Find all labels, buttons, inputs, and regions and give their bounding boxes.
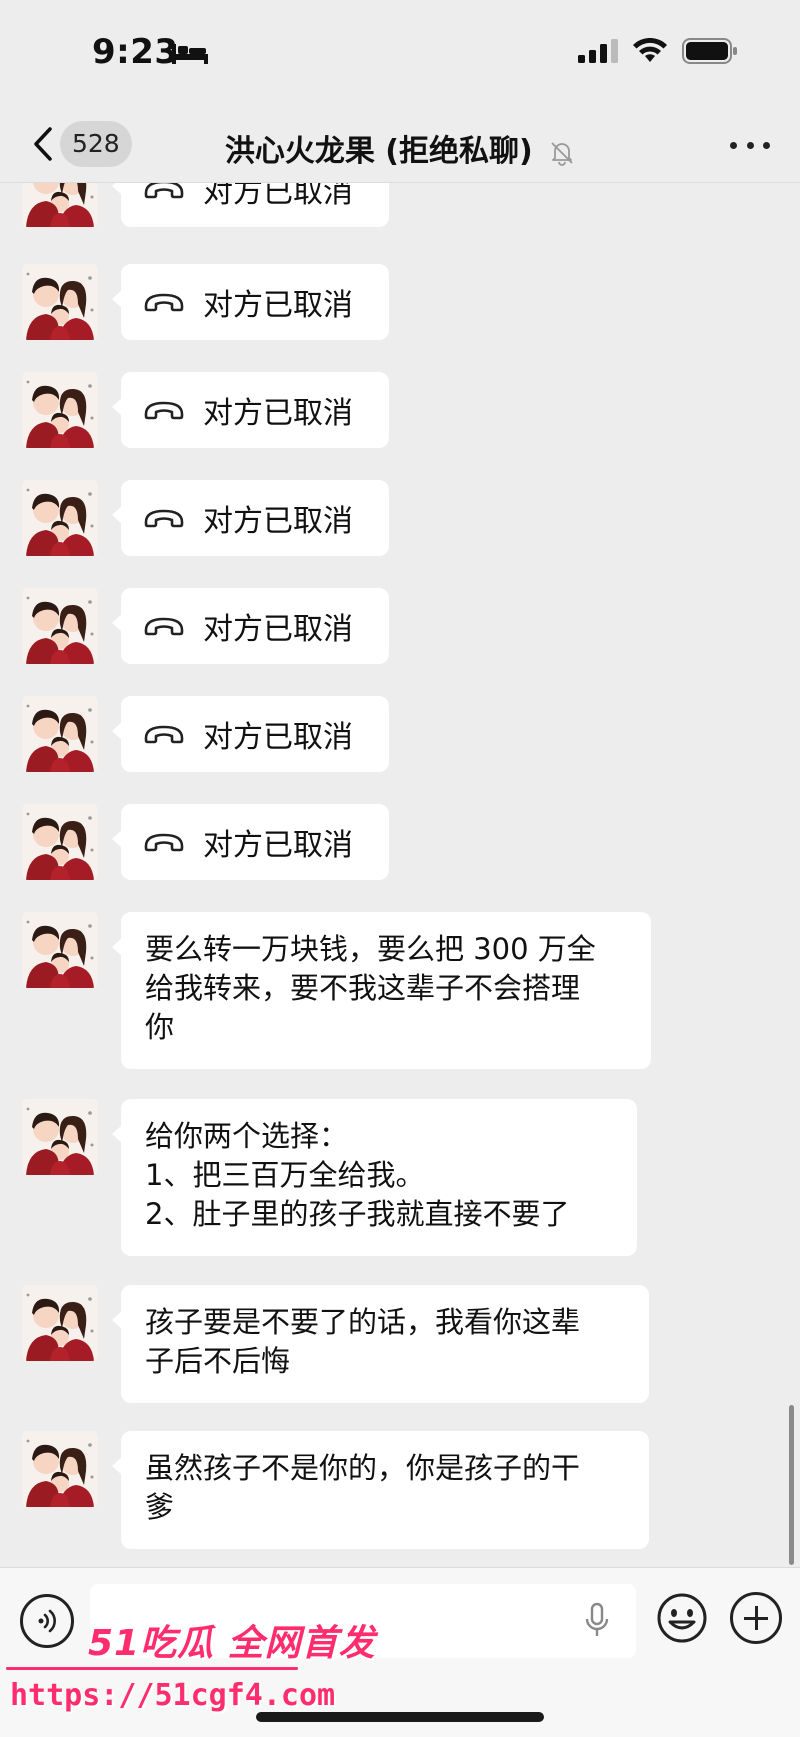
- text-message-bubble[interactable]: 给你两个选择： 1、把三百万全给我。 2、肚子里的孩子我就直接不要了: [112, 1099, 637, 1256]
- call-status-text: 对方已取消: [203, 396, 353, 431]
- chat-title-text: 洪心火龙果 (拒绝私聊): [224, 134, 533, 169]
- microphone-icon[interactable]: [584, 1602, 610, 1640]
- avatar[interactable]: [22, 804, 98, 880]
- voice-wave-icon: [38, 1609, 56, 1633]
- message-list[interactable]: 对方已取消 对方已取消 对方已取消 对方已取消 对方已取消 对方已取消 对方已取消 要么转一万…: [0, 183, 800, 1567]
- watermark-underline: [6, 1667, 298, 1670]
- chat-header: 528 洪心火龙果 (拒绝私聊): [0, 108, 800, 183]
- emoji-icon[interactable]: [656, 1592, 708, 1644]
- mute-bell-icon: [551, 141, 573, 166]
- call-cancelled-bubble[interactable]: 对方已取消: [112, 696, 389, 772]
- avatar[interactable]: [22, 480, 98, 556]
- phone-hangup-icon: [143, 399, 185, 421]
- phone-hangup-icon: [143, 183, 185, 200]
- text-message-bubble[interactable]: 孩子要是不要了的话，我看你这辈 子后不后悔: [112, 1285, 649, 1403]
- call-status-text: 对方已取消: [203, 504, 353, 539]
- add-more-button[interactable]: [730, 1592, 782, 1644]
- status-bar: 9:23: [0, 0, 800, 108]
- call-cancelled-bubble[interactable]: 对方已取消: [112, 588, 389, 664]
- phone-hangup-icon: [143, 507, 185, 529]
- sleep-focus-icon: [172, 44, 208, 64]
- more-dot-icon: [746, 141, 754, 149]
- avatar[interactable]: [22, 372, 98, 448]
- call-cancelled-bubble[interactable]: 对方已取消: [112, 372, 389, 448]
- cellular-signal-icon: [578, 39, 618, 63]
- avatar[interactable]: [22, 1285, 98, 1361]
- call-cancelled-bubble[interactable]: 对方已取消: [112, 264, 389, 340]
- call-status-text: 对方已取消: [203, 183, 353, 210]
- phone-hangup-icon: [143, 831, 185, 853]
- avatar[interactable]: [22, 1431, 98, 1507]
- more-dot-icon: [763, 141, 770, 149]
- phone-hangup-icon: [143, 291, 185, 313]
- chat-title[interactable]: 洪心火龙果 (拒绝私聊): [0, 126, 800, 170]
- call-status-text: 对方已取消: [203, 288, 353, 323]
- voice-input-button[interactable]: [20, 1594, 74, 1648]
- call-status-text: 对方已取消: [203, 828, 353, 863]
- call-cancelled-bubble[interactable]: 对方已取消: [112, 804, 389, 880]
- text-message-bubble[interactable]: 虽然孩子不是你的，你是孩子的干 爹: [112, 1431, 649, 1549]
- avatar[interactable]: [22, 588, 98, 664]
- phone-hangup-icon: [143, 723, 185, 745]
- more-dot-icon: [730, 141, 737, 149]
- call-status-text: 对方已取消: [203, 612, 353, 647]
- avatar[interactable]: [22, 264, 98, 340]
- scrollbar[interactable]: [789, 1405, 794, 1565]
- avatar[interactable]: [22, 183, 98, 227]
- avatar[interactable]: [22, 1099, 98, 1175]
- home-indicator[interactable]: [256, 1712, 544, 1722]
- avatar[interactable]: [22, 696, 98, 772]
- text-message-bubble[interactable]: 要么转一万块钱，要么把 300 万全 给我转来，要不我这辈子不会搭理 你: [112, 912, 651, 1069]
- status-time: 9:23: [92, 32, 179, 72]
- phone-hangup-icon: [143, 615, 185, 637]
- more-options-button[interactable]: [730, 130, 770, 160]
- call-cancelled-bubble[interactable]: 对方已取消: [112, 480, 389, 556]
- watermark-brand: 51吃瓜 全网首发: [88, 1623, 376, 1664]
- wifi-icon: [633, 38, 667, 62]
- battery-icon: [682, 38, 737, 64]
- call-status-text: 对方已取消: [203, 720, 353, 755]
- call-cancelled-bubble[interactable]: 对方已取消: [112, 183, 389, 227]
- watermark-url: https://51cgf4.com: [10, 1678, 336, 1713]
- avatar[interactable]: [22, 912, 98, 988]
